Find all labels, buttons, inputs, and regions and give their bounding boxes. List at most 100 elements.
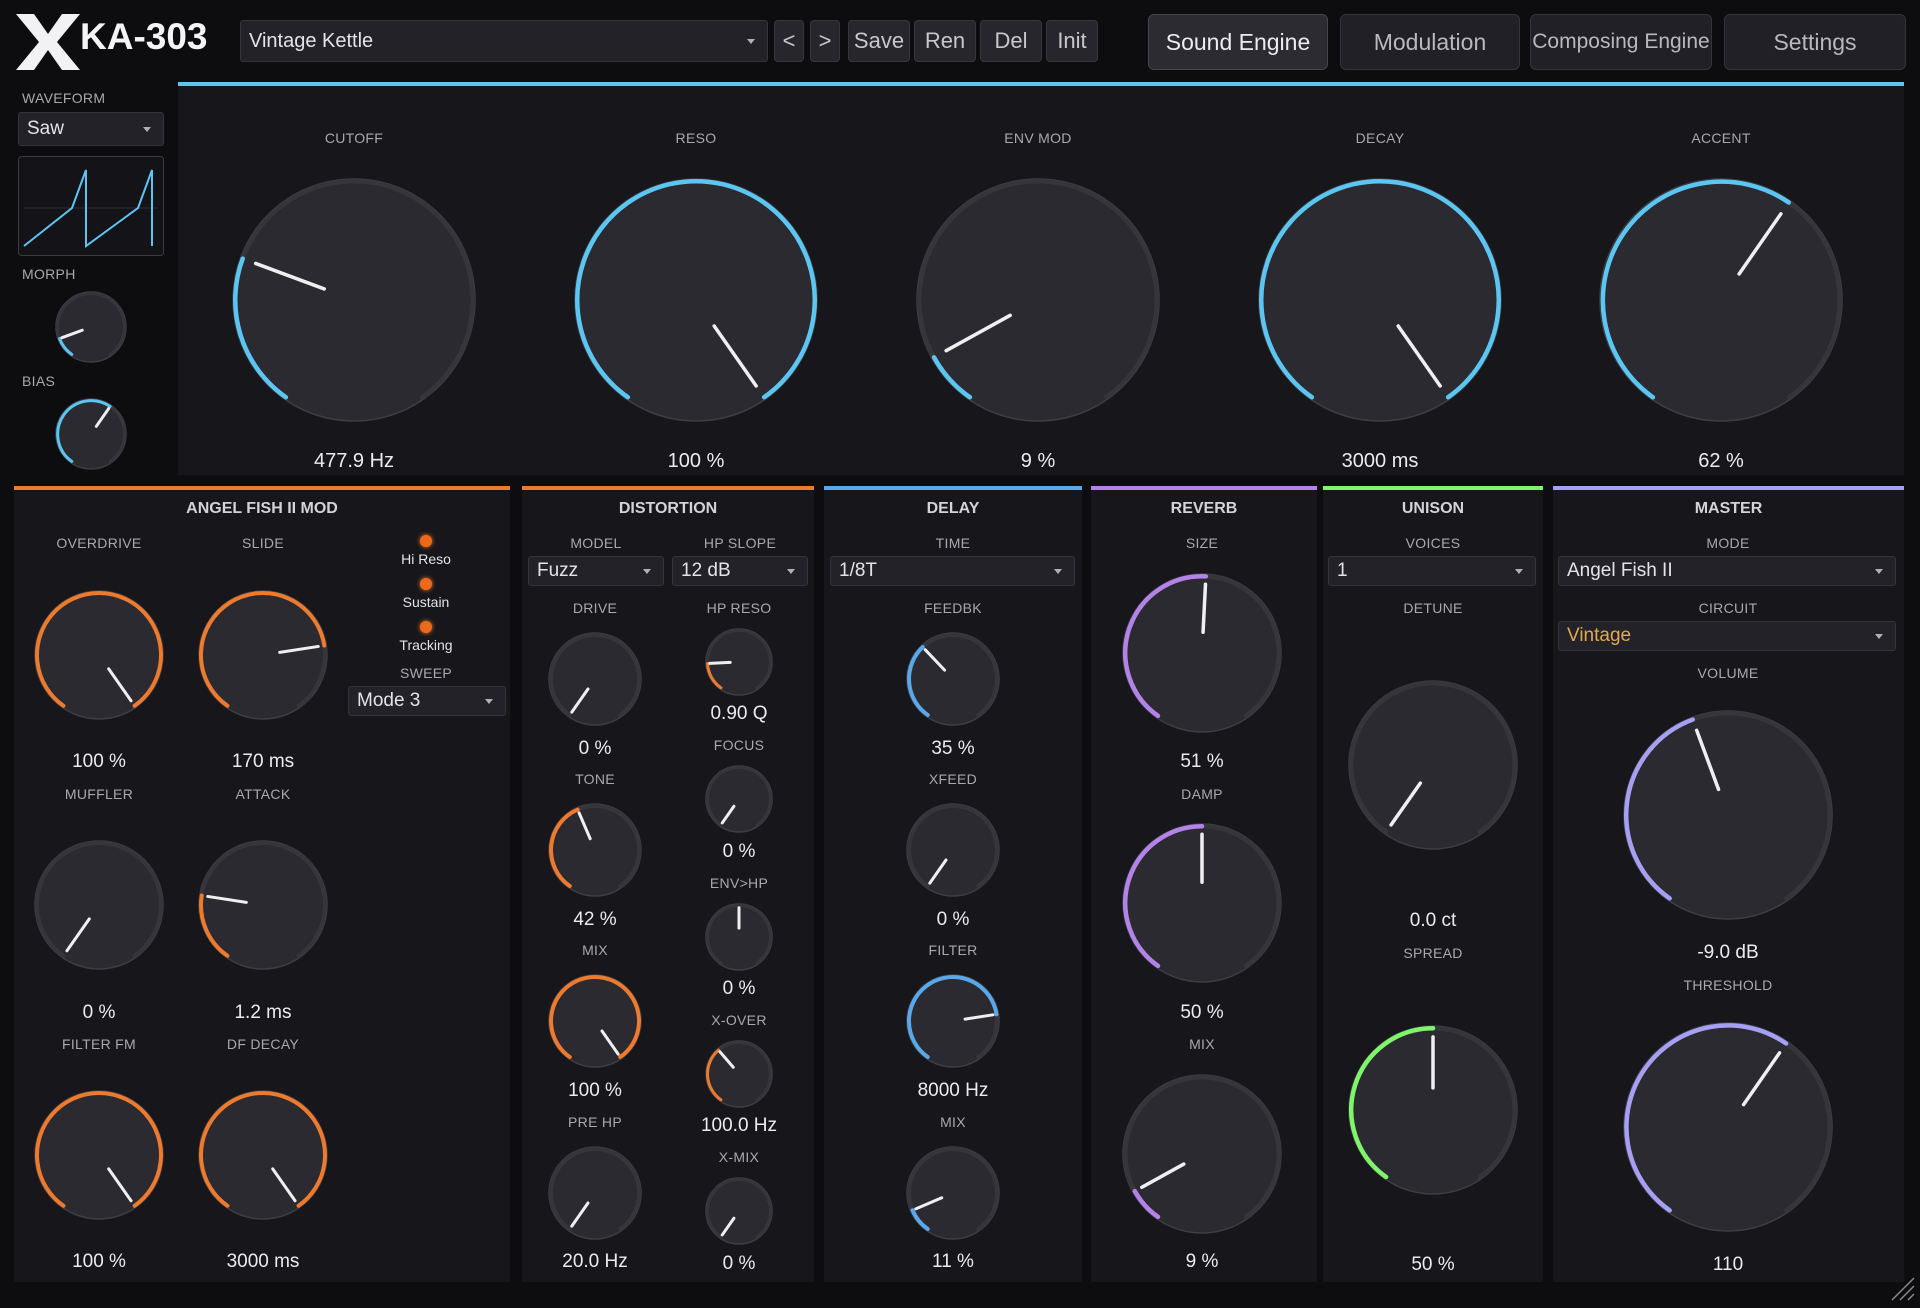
delay-filter-knob[interactable] [906, 974, 1000, 1068]
morph-knob[interactable] [55, 291, 127, 363]
chevron-down-icon [1875, 633, 1883, 639]
tab-settings[interactable]: Settings [1724, 14, 1906, 70]
delay-time-select[interactable]: 1/8T [830, 556, 1075, 586]
tab-modulation[interactable]: Modulation [1340, 14, 1520, 70]
threshold-knob[interactable] [1623, 1022, 1833, 1232]
damp-label: DAMP [1181, 786, 1223, 802]
delay-filter-label: FILTER [928, 942, 978, 958]
tone-value: 42 % [573, 909, 617, 930]
circuit-label: CIRCUIT [1698, 600, 1758, 616]
circuit-select[interactable]: Vintage [1558, 621, 1896, 651]
muffler-knob[interactable] [34, 840, 164, 970]
df-decay-value: 3000 ms [226, 1251, 300, 1272]
chevron-down-icon [485, 698, 493, 704]
mix-label: MIX [582, 942, 608, 958]
chevron-down-icon [1054, 568, 1062, 574]
x-logo-icon [16, 14, 80, 70]
threshold-label: THRESHOLD [1683, 977, 1773, 993]
df-decay-knob[interactable] [198, 1090, 328, 1220]
init-button[interactable]: Init [1046, 20, 1098, 62]
prev-preset-button[interactable]: < [774, 20, 804, 62]
x-mix-label: X-MIX [718, 1149, 760, 1165]
tone-knob[interactable] [548, 803, 642, 897]
filter-fm-label: FILTER FM [62, 1036, 136, 1052]
decay-label: DECAY [1355, 130, 1405, 146]
delay-mix-knob[interactable] [906, 1146, 1000, 1240]
reverb-accent [1091, 486, 1317, 490]
tracking-toggle[interactable] [420, 621, 432, 633]
spread-knob[interactable] [1348, 1025, 1518, 1195]
cutoff-label: CUTOFF [324, 130, 384, 146]
resize-grip-icon[interactable] [1886, 1272, 1916, 1302]
spread-label: SPREAD [1403, 945, 1463, 961]
env-mod-knob[interactable] [916, 178, 1160, 422]
attack-label: ATTACK [235, 786, 291, 802]
accent-value: 62 % [1698, 450, 1744, 472]
env-hp-knob[interactable] [705, 903, 773, 971]
x-mix-knob[interactable] [705, 1177, 773, 1245]
reverb-mix-knob[interactable] [1122, 1074, 1282, 1234]
tab-sound-engine[interactable]: Sound Engine [1148, 14, 1328, 70]
sweep-select[interactable]: Mode 3 [348, 686, 506, 716]
xfeed-knob[interactable] [906, 803, 1000, 897]
chevron-down-icon [1515, 568, 1523, 574]
overdrive-knob[interactable] [34, 590, 164, 720]
delete-button[interactable]: Del [980, 20, 1042, 62]
distortion-title: DISTORTION [618, 500, 718, 517]
voices-select[interactable]: 1 [1328, 556, 1536, 586]
reso-knob[interactable] [574, 178, 818, 422]
spread-value: 50 % [1411, 1254, 1455, 1275]
dist-mix-value: 100 % [568, 1080, 622, 1101]
reverb-size-knob[interactable] [1122, 573, 1282, 733]
hp-reso-knob[interactable] [705, 628, 773, 696]
accent-label: ACCENT [1691, 130, 1751, 146]
next-preset-button[interactable]: > [810, 20, 840, 62]
pre-hp-knob[interactable] [548, 1146, 642, 1240]
xfeed-value: 0 % [936, 909, 970, 930]
env-mod-label: ENV MOD [1004, 130, 1072, 146]
waveform-select[interactable]: Saw [18, 112, 164, 146]
chevron-down-icon [787, 568, 795, 574]
filter-fm-knob[interactable] [34, 1090, 164, 1220]
master-accent [1553, 486, 1904, 490]
feedbk-label: FEEDBK [924, 600, 982, 616]
detune-knob[interactable] [1348, 680, 1518, 850]
drive-knob[interactable] [548, 632, 642, 726]
volume-knob[interactable] [1623, 710, 1833, 920]
angel-fish-accent [14, 486, 510, 490]
tone-label: TONE [575, 771, 615, 787]
env-hp-label: ENV>HP [709, 875, 769, 891]
env-mod-value: 9 % [1020, 450, 1056, 472]
preset-select[interactable]: Vintage Kettle [240, 20, 768, 62]
muffler-label: MUFFLER [64, 786, 134, 802]
model-select[interactable]: Fuzz [528, 556, 664, 586]
sustain-toggle[interactable] [420, 578, 432, 590]
bias-knob[interactable] [55, 398, 127, 470]
x-over-knob[interactable] [705, 1040, 773, 1108]
focus-label: FOCUS [713, 737, 765, 753]
hp-slope-select[interactable]: 12 dB [672, 556, 808, 586]
chevron-down-icon [143, 126, 151, 132]
bias-label: BIAS [22, 373, 56, 389]
dist-mix-knob[interactable] [548, 974, 642, 1068]
cutoff-knob[interactable] [232, 178, 476, 422]
decay-knob[interactable] [1258, 178, 1502, 422]
save-button[interactable]: Save [848, 20, 910, 62]
unison-accent [1323, 486, 1543, 490]
volume-label: VOLUME [1697, 665, 1759, 681]
cutoff-value: 477.9 Hz [313, 450, 395, 472]
hi-reso-toggle[interactable] [420, 535, 432, 547]
slide-knob[interactable] [198, 590, 328, 720]
reverb-damp-knob[interactable] [1122, 823, 1282, 983]
app-title: KA-303 [80, 16, 208, 57]
hp-reso-value: 0.90 Q [710, 703, 768, 724]
rename-button[interactable]: Ren [914, 20, 976, 62]
feedbk-knob[interactable] [906, 632, 1000, 726]
tab-composing-engine[interactable]: Composing Engine [1530, 14, 1712, 70]
master-mode-select[interactable]: Angel Fish II [1558, 556, 1896, 586]
delay-filter-value: 8000 Hz [917, 1080, 989, 1101]
xfeed-label: XFEED [928, 771, 978, 787]
accent-knob[interactable] [1599, 178, 1843, 422]
focus-knob[interactable] [705, 765, 773, 833]
attack-knob[interactable] [198, 840, 328, 970]
